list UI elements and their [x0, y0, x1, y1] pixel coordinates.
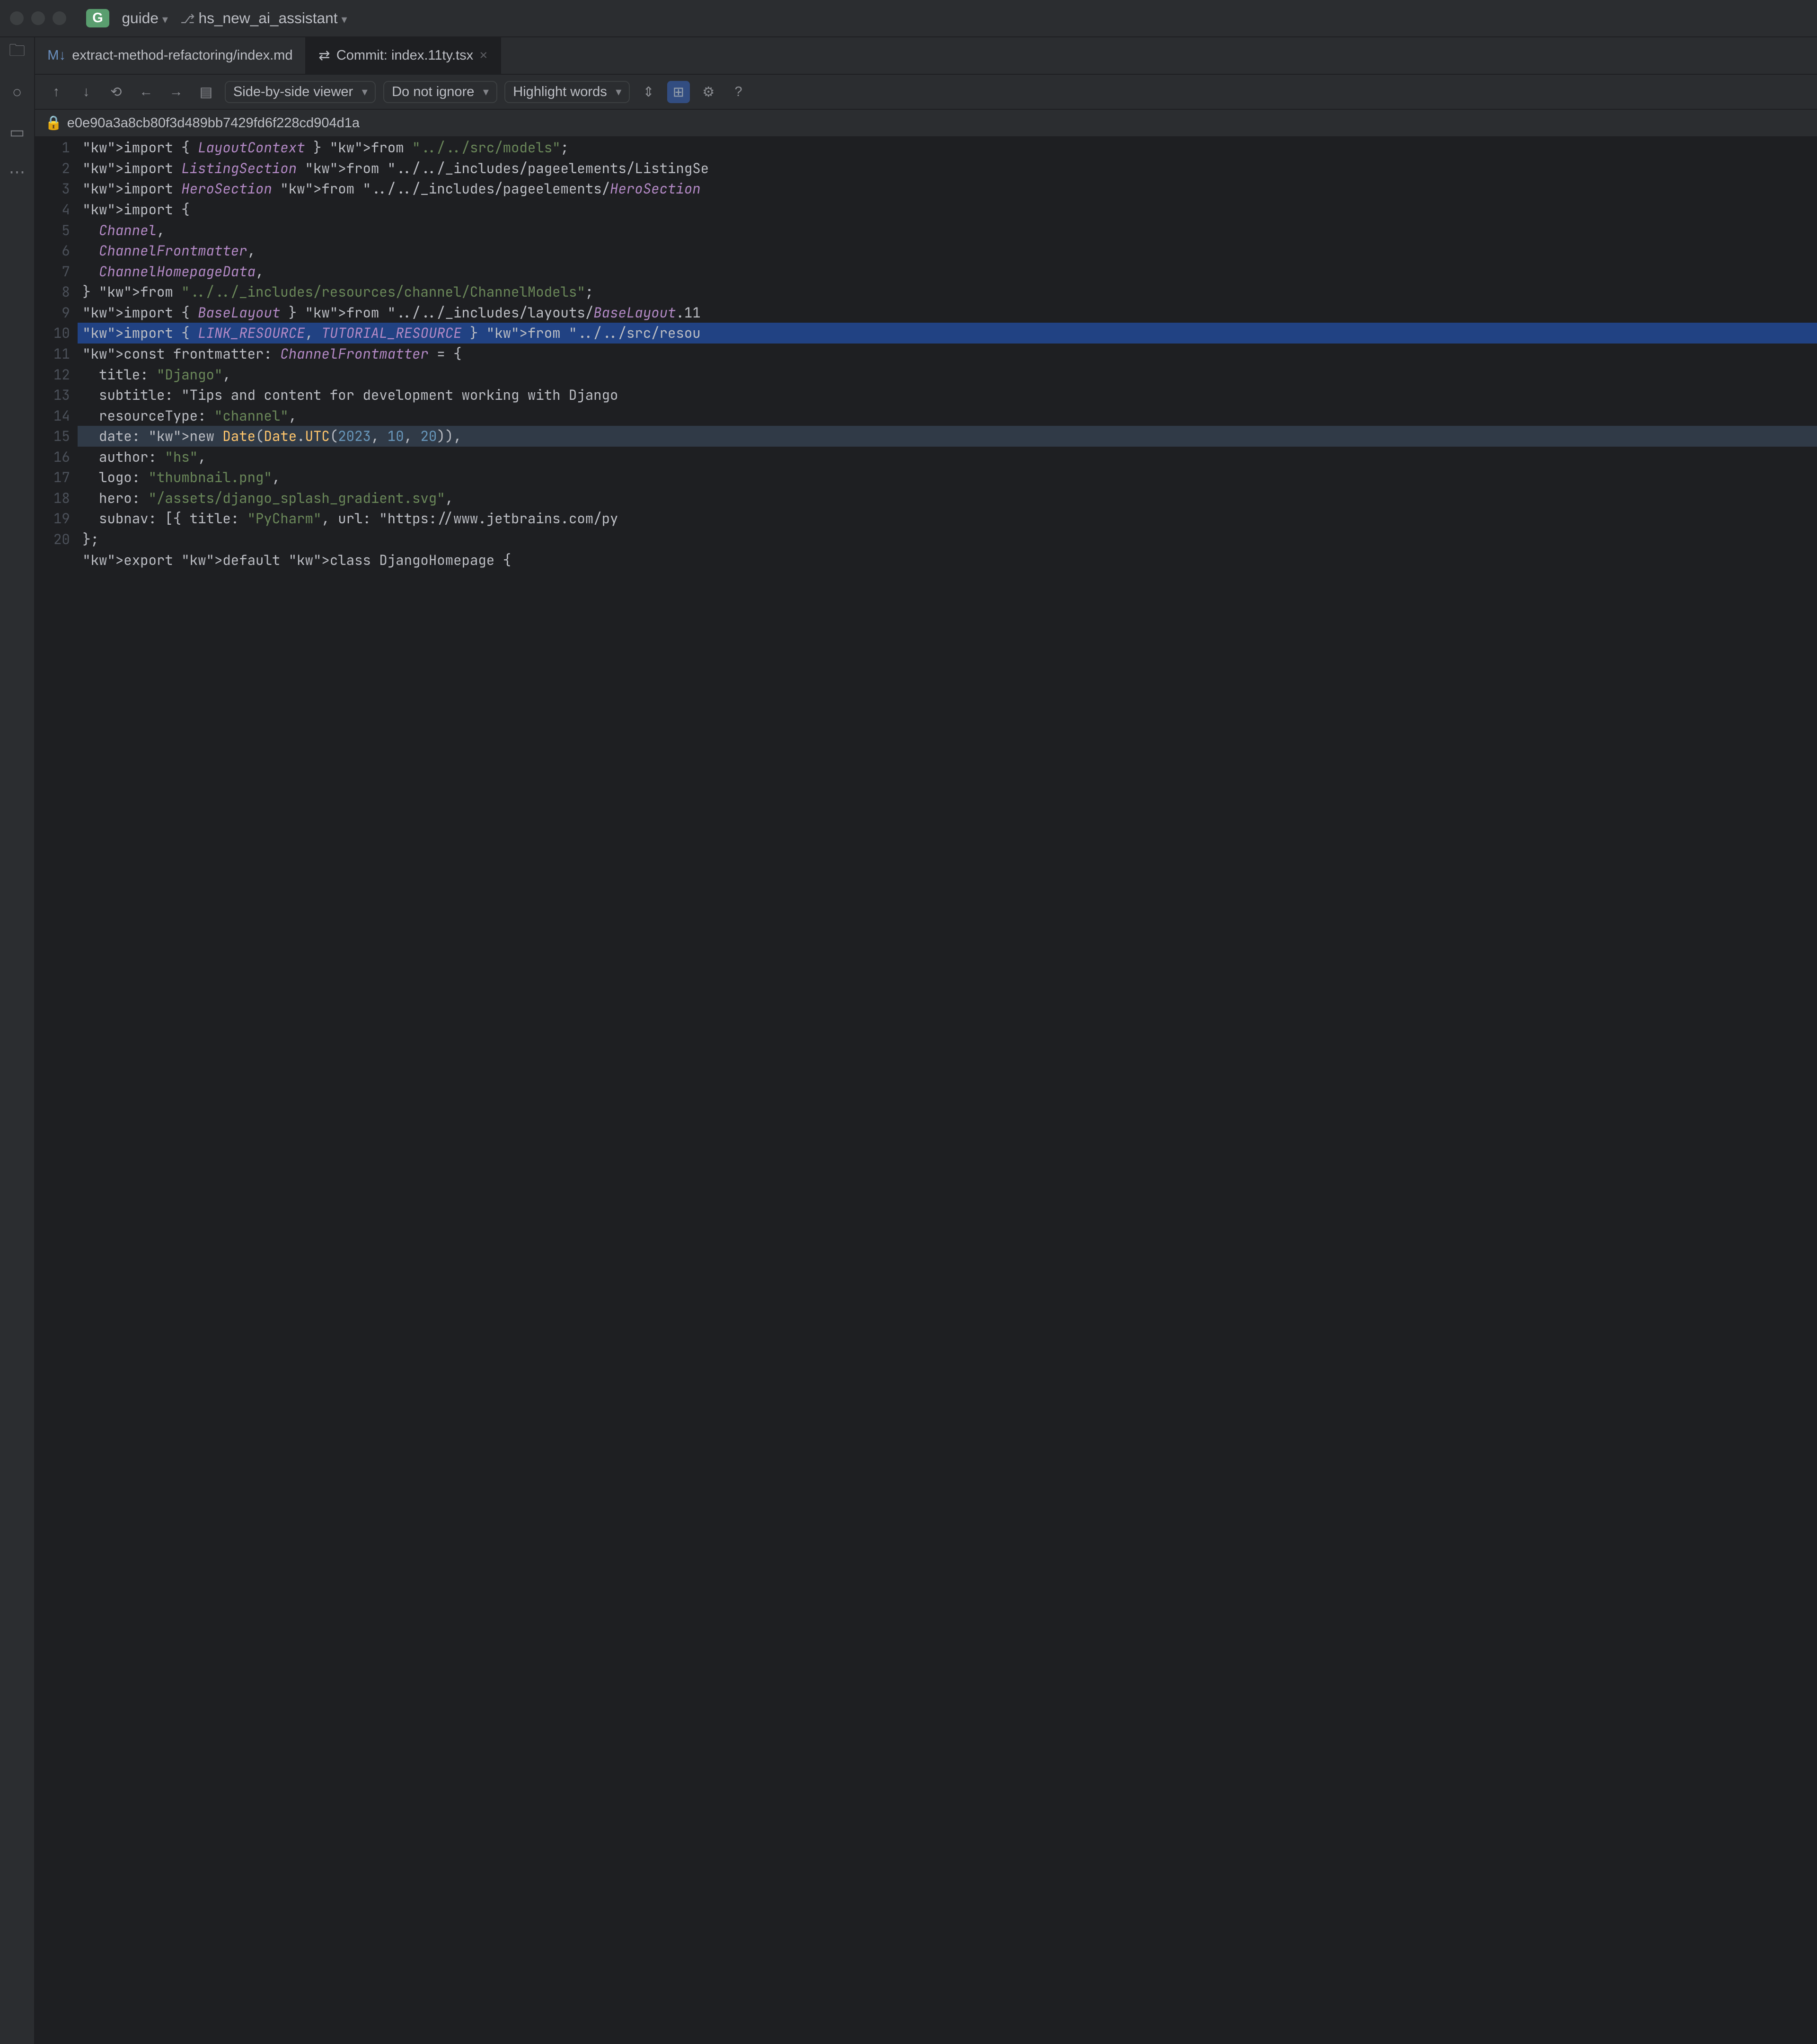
jump-source-icon[interactable]: ▤ [195, 81, 218, 104]
nav-fwd-icon[interactable]: → [165, 81, 187, 104]
nav-back-icon[interactable]: ← [135, 81, 158, 104]
tab-file-0[interactable]: M↓extract-method-refactoring/index.md [35, 37, 306, 74]
close-icon[interactable]: × [479, 48, 487, 63]
sync-scroll-icon[interactable]: ⊞ [667, 81, 690, 104]
project-badge: G [86, 9, 109, 27]
next-diff-icon[interactable]: ↓ [75, 81, 97, 104]
highlight-select[interactable]: Highlight words▾ [504, 81, 630, 104]
revision-hash: e0e90a3a8cb80f3d489bb7429fd6f228cd904d1a [67, 115, 360, 131]
ignore-select[interactable]: Do not ignore▾ [383, 81, 497, 104]
lock-icon: 🔒 [45, 115, 62, 131]
more-tools-icon[interactable]: ⋯ [7, 162, 27, 182]
commit-tool-icon[interactable]: ○ [7, 82, 27, 102]
collapse-icon[interactable]: ⇕ [637, 81, 660, 104]
project-name[interactable]: guide▾ [122, 9, 168, 27]
help-icon[interactable]: ? [727, 81, 750, 104]
project-tool-icon[interactable]: 🗀 [7, 43, 27, 62]
diff-left-pane: 1234567891011121314151617181920 "kw">imp… [35, 137, 1817, 2044]
left-tool-strip: 🗀 ○ ▭ ⋯ ◎ ▣ ⊘ ⎇ [0, 37, 35, 2044]
editor-tabs: M↓extract-method-refactoring/index.md ⇄C… [35, 37, 1817, 75]
compare-prev-icon[interactable]: ⟲ [105, 81, 128, 104]
diff-toolbar: ↑ ↓ ⟲ ← → ▤ Side-by-side viewer▾ Do not … [35, 75, 1817, 110]
structure-tool-icon[interactable]: ▭ [7, 123, 27, 142]
branch-selector[interactable]: hs_new_ai_assistant▾ [180, 9, 347, 27]
titlebar: G guide▾ hs_new_ai_assistant▾ ■ dev▾ ▶ ✱… [0, 0, 1817, 37]
prev-diff-icon[interactable]: ↑ [45, 81, 68, 104]
diff-settings-icon[interactable]: ⚙ [697, 81, 720, 104]
viewer-mode-select[interactable]: Side-by-side viewer▾ [225, 81, 376, 104]
tab-commit[interactable]: ⇄Commit: index.11ty.tsx× [306, 37, 501, 74]
window-controls[interactable] [10, 11, 66, 25]
